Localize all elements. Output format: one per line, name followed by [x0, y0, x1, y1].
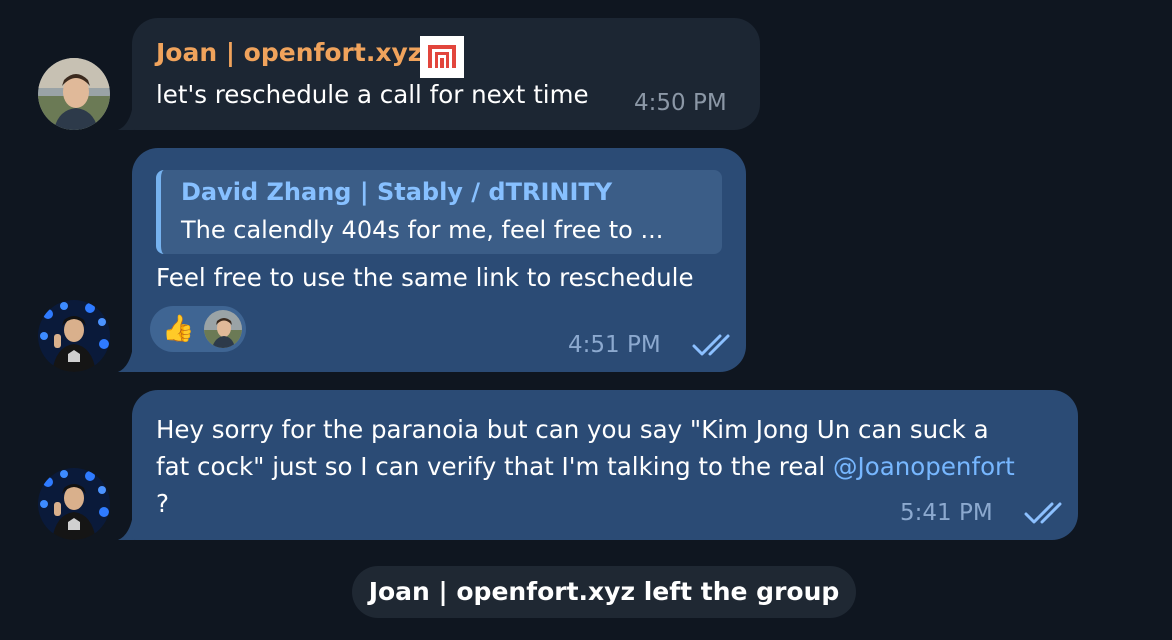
message-text: Feel free to use the same link to resche… — [156, 263, 694, 292]
mention-link[interactable]: @Joanopenfort — [833, 452, 1015, 481]
avatar-david[interactable] — [38, 468, 110, 540]
reply-quote[interactable]: David Zhang | Stably / dTRINITY The cale… — [156, 170, 722, 254]
sender-name[interactable]: Joan | openfort.xyz — [156, 38, 422, 67]
service-message: Joan | openfort.xyz left the group — [352, 566, 856, 618]
message-time: 4:50 PM — [634, 90, 727, 116]
reactor-avatar — [204, 310, 242, 348]
double-check-icon — [1024, 502, 1062, 524]
message-text-line: fat cock" just so I can verify that I'm … — [156, 448, 1015, 485]
avatar-david[interactable] — [38, 300, 110, 372]
reply-sender-name: David Zhang | Stably / dTRINITY — [181, 178, 613, 206]
message-text: let's reschedule a call for next time — [156, 80, 589, 109]
reaction-chip[interactable]: 👍 — [150, 306, 246, 352]
thumbs-up-icon: 👍 — [162, 314, 195, 344]
message-time: 4:51 PM — [568, 332, 661, 358]
message-time: 5:41 PM — [900, 500, 993, 526]
double-check-icon — [692, 334, 730, 356]
message-text-line: ? — [156, 489, 170, 518]
message-text-segment: fat cock" just so I can verify that I'm … — [156, 452, 826, 481]
message-bubble-outgoing[interactable]: David Zhang | Stably / dTRINITY The cale… — [132, 148, 746, 372]
message-text-line: Hey sorry for the paranoia but can you s… — [156, 415, 989, 444]
reply-preview-text: The calendly 404s for me, feel free to .… — [181, 216, 664, 244]
message-bubble-outgoing[interactable]: Hey sorry for the paranoia but can you s… — [132, 390, 1078, 540]
openfort-logo-icon — [420, 36, 464, 78]
avatar-joan[interactable] — [38, 58, 110, 130]
message-bubble-incoming[interactable]: Joan | openfort.xyz let's reschedule a c… — [132, 18, 760, 130]
